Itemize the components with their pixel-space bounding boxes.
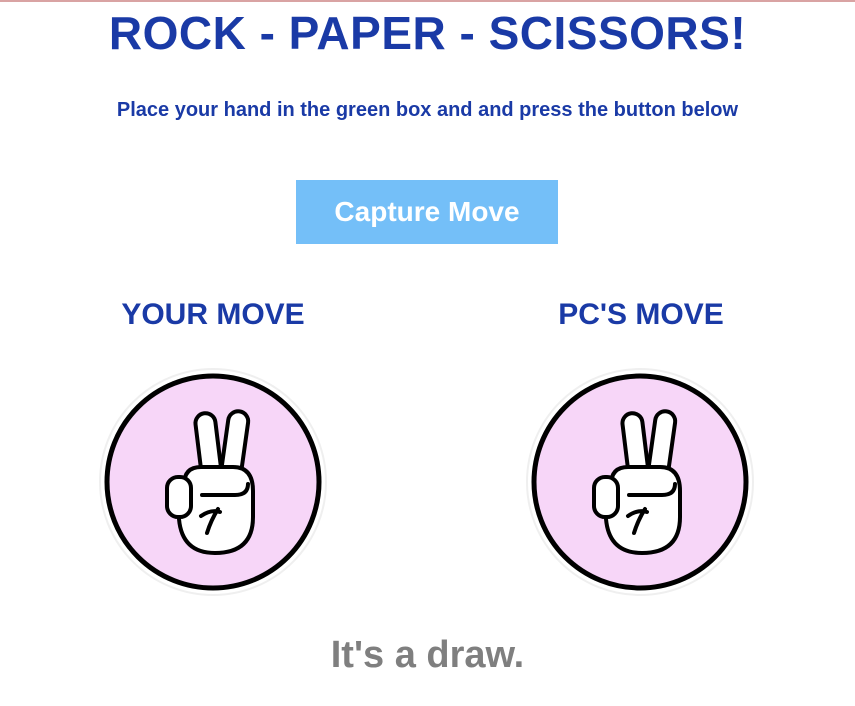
pc-move-heading: PC'S MOVE bbox=[558, 298, 724, 331]
page-title: ROCK - PAPER - SCISSORS! bbox=[108, 7, 747, 59]
game-page: ROCK - PAPER - SCISSORS! Place your hand… bbox=[0, 0, 855, 706]
result-text: It's a draw. bbox=[330, 634, 525, 676]
user-move-display bbox=[98, 367, 328, 597]
instructions-text: Place your hand in the green box and and… bbox=[116, 99, 739, 121]
capture-move-button[interactable]: Capture Move bbox=[296, 180, 558, 244]
your-move-heading: YOUR MOVE bbox=[121, 298, 305, 331]
peace-hand-icon bbox=[99, 368, 327, 596]
pc-move-display bbox=[525, 367, 755, 597]
peace-hand-icon bbox=[526, 368, 754, 596]
